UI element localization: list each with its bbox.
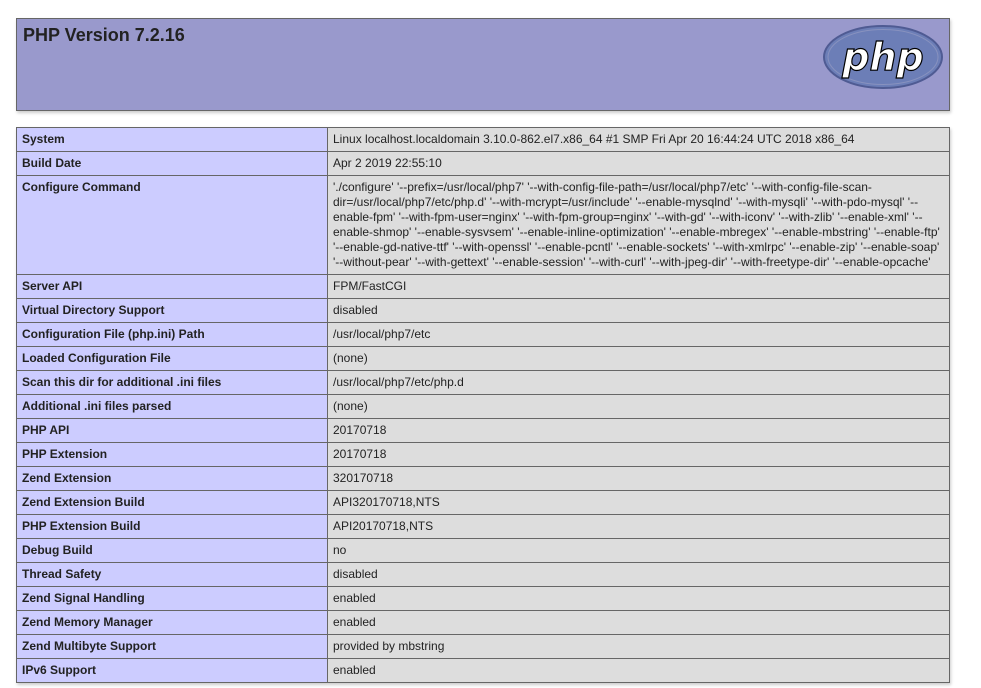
table-row: Zend Signal Handling enabled: [16, 586, 950, 611]
setting-name: Server API: [16, 274, 328, 299]
table-row: Configuration File (php.ini) Path/usr/lo…: [16, 322, 950, 347]
table-row: Loaded Configuration File (none): [16, 346, 950, 371]
setting-name: Zend Memory Manager: [16, 610, 328, 635]
setting-value: 20170718: [327, 418, 950, 443]
setting-name: Zend Signal Handling: [16, 586, 328, 611]
setting-value: Apr 2 2019 22:55:10: [327, 151, 950, 176]
setting-value: API320170718,NTS: [327, 490, 950, 515]
setting-value: FPM/FastCGI: [327, 274, 950, 299]
setting-value: /usr/local/php7/etc: [327, 322, 950, 347]
php-info-table-body: System Linux localhost.localdomain 3.10.0…: [16, 127, 950, 683]
table-row: Zend Extension Build API320170718,NTS: [16, 490, 950, 515]
table-row: Debug Build no: [16, 538, 950, 563]
php-logo-icon[interactable]: php: [822, 24, 944, 90]
setting-value: enabled: [327, 586, 950, 611]
setting-name: Zend Extension: [16, 466, 328, 491]
php-info-table: System Linux localhost.localdomain 3.10.0…: [16, 127, 950, 683]
setting-value: 320170718: [327, 466, 950, 491]
setting-value: disabled: [327, 562, 950, 587]
setting-name: Build Date: [16, 151, 328, 176]
setting-value: API20170718,NTS: [327, 514, 950, 539]
setting-value: (none): [327, 346, 950, 371]
setting-name: Configuration File (php.ini) Path: [16, 322, 328, 347]
setting-value: /usr/local/php7/etc/php.d: [327, 370, 950, 395]
page-title: PHP Version 7.2.16: [23, 25, 185, 45]
table-row: Build Date Apr 2 2019 22:55:10: [16, 151, 950, 176]
setting-name: Debug Build: [16, 538, 328, 563]
setting-value: disabled: [327, 298, 950, 323]
setting-value: enabled: [327, 610, 950, 635]
setting-name: IPv6 Support: [16, 658, 328, 683]
table-row: Zend Extension 320170718: [16, 466, 950, 491]
setting-name: Virtual Directory Support: [16, 298, 328, 323]
setting-name: Configure Command: [16, 175, 328, 275]
setting-name: Scan this dir for additional .ini files: [16, 370, 328, 395]
table-row: PHP Extension Build API20170718,NTS: [16, 514, 950, 539]
setting-value: './configure' '--prefix=/usr/local/php7'…: [327, 175, 950, 275]
table-row: Virtual Directory Support disabled: [16, 298, 950, 323]
php-version-header: PHP Version 7.2.16 php: [16, 18, 950, 111]
setting-value: (none): [327, 394, 950, 419]
setting-value: Linux localhost.localdomain 3.10.0-862.e…: [327, 127, 950, 152]
table-row: IPv6 Support enabled: [16, 658, 950, 683]
table-row: Scan this dir for additional .ini files /…: [16, 370, 950, 395]
setting-name: PHP Extension Build: [16, 514, 328, 539]
setting-name: System: [16, 127, 328, 152]
setting-name: PHP Extension: [16, 442, 328, 467]
table-row: PHP Extension 20170718: [16, 442, 950, 467]
setting-value: enabled: [327, 658, 950, 683]
table-row: Server API FPM/FastCGI: [16, 274, 950, 299]
table-row: Configure Command './configure' '--prefix…: [16, 175, 950, 275]
setting-value: provided by mbstring: [327, 634, 950, 659]
table-row: Thread Safety disabled: [16, 562, 950, 587]
setting-name: Zend Extension Build: [16, 490, 328, 515]
setting-name: Zend Multibyte Support: [16, 634, 328, 659]
table-row: PHP API 20170718: [16, 418, 950, 443]
table-row: Zend Multibyte Support provided by mbstri…: [16, 634, 950, 659]
setting-name: PHP API: [16, 418, 328, 443]
setting-value: 20170718: [327, 442, 950, 467]
setting-value: no: [327, 538, 950, 563]
table-row: Additional .ini files parsed (none): [16, 394, 950, 419]
table-row: Zend Memory Manager enabled: [16, 610, 950, 635]
setting-name: Thread Safety: [16, 562, 328, 587]
php-logo-text: php: [841, 35, 923, 79]
setting-name: Loaded Configuration File: [16, 346, 328, 371]
setting-name: Additional .ini files parsed: [16, 394, 328, 419]
table-row: System Linux localhost.localdomain 3.10.0…: [16, 127, 950, 152]
